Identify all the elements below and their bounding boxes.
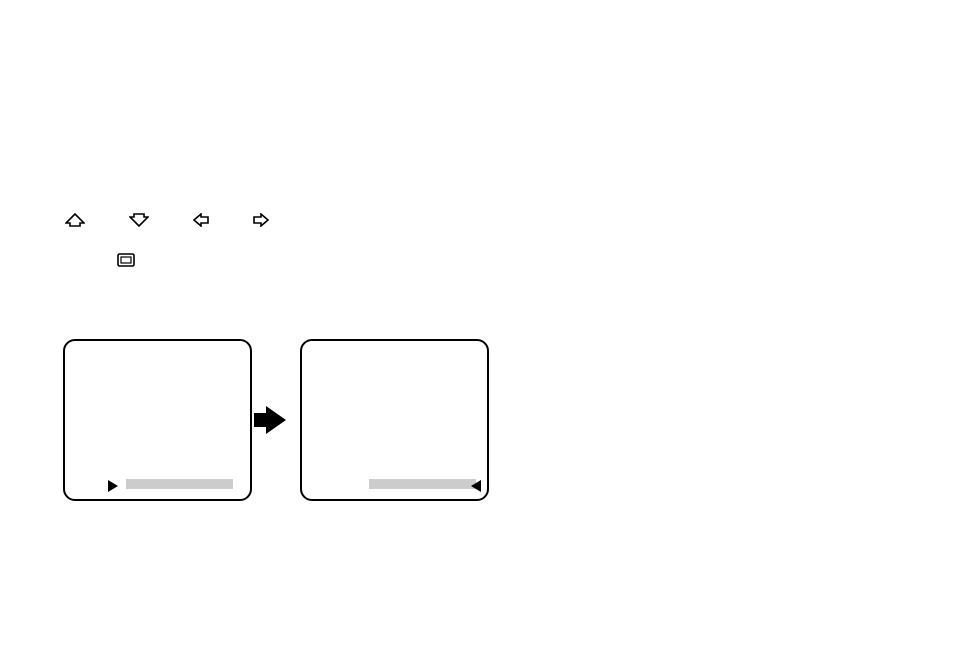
progress-bar (126, 479, 233, 489)
screen-icon (117, 253, 135, 267)
direction-icon-row (65, 213, 269, 227)
transition-arrow-icon (266, 406, 286, 434)
indicator-left-icon (471, 480, 481, 492)
screen-pair (63, 339, 489, 501)
arrow-left-outline-icon (193, 213, 209, 227)
screen-left (63, 339, 252, 501)
page-canvas (0, 0, 954, 671)
arrow-right-outline-icon (253, 213, 269, 227)
arrow-down-outline-icon (129, 213, 149, 227)
progress-bar (369, 479, 476, 489)
arrow-up-outline-icon (65, 213, 85, 227)
indicator-right-icon (108, 480, 118, 492)
screen-right (300, 339, 489, 501)
